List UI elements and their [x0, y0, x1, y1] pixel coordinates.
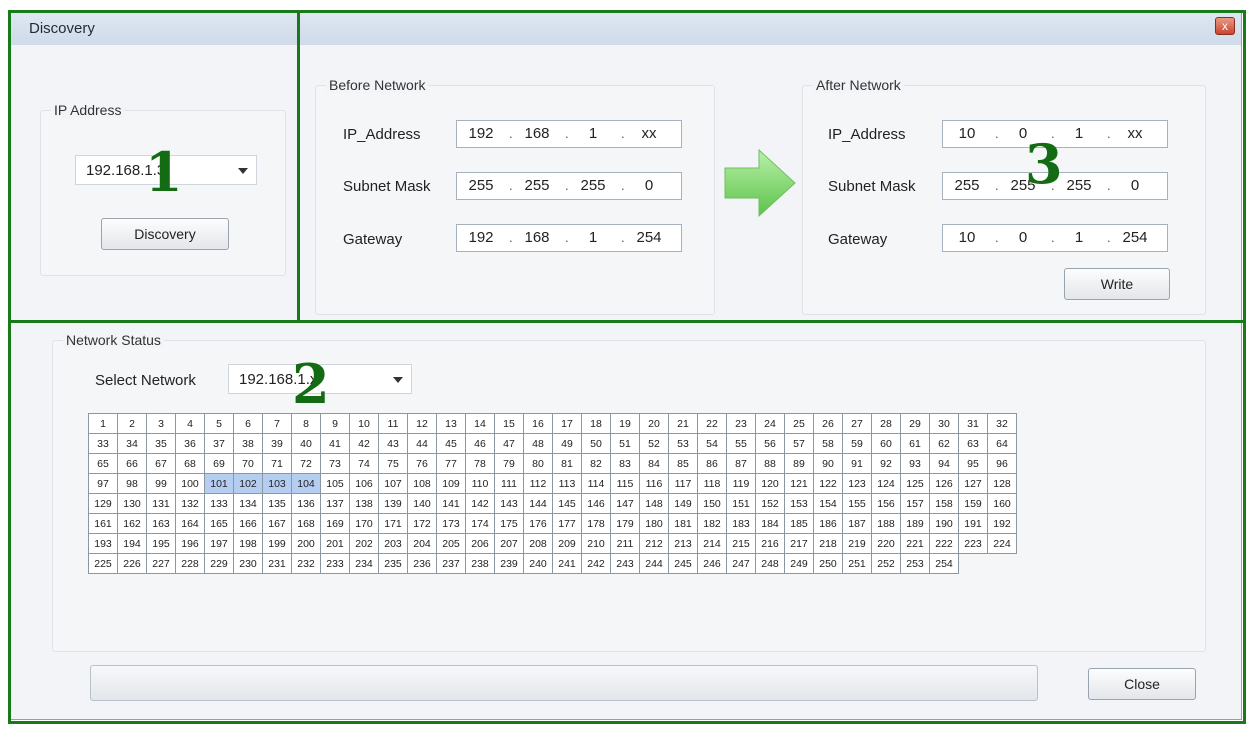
- annotation-number-1: 1: [145, 140, 183, 204]
- annotation-number-2: 2: [292, 352, 330, 416]
- annotation-box-2: [8, 320, 1246, 724]
- annotation-number-3: 3: [1025, 132, 1063, 196]
- annotation-box-3: [297, 10, 1246, 323]
